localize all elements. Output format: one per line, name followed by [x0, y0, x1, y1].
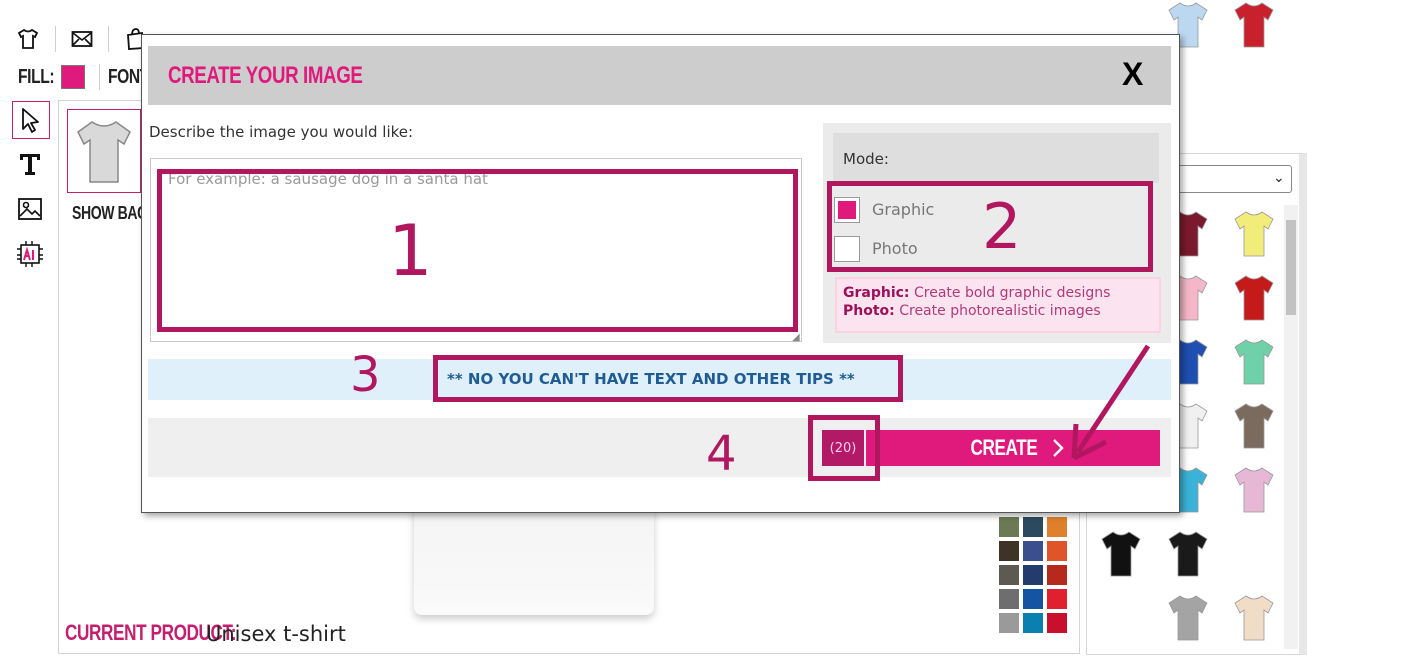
toolbar-divider	[108, 26, 109, 52]
product-tshirt-thumbnail[interactable]	[1232, 593, 1276, 643]
create-button-label: CREATE	[970, 435, 1038, 460]
tshirt-preview	[414, 505, 654, 615]
product-tshirt-thumbnail[interactable]	[1232, 401, 1276, 451]
photo-hint-term: Photo:	[843, 303, 895, 319]
product-scrollbar-thumb[interactable]	[1286, 220, 1296, 315]
annotation-box-3	[433, 355, 903, 402]
product-tshirt-thumbnail[interactable]	[1232, 209, 1276, 259]
annotation-box-4	[808, 415, 880, 481]
resize-handle-icon[interactable]: ◢	[792, 332, 800, 343]
color-swatch[interactable]	[999, 589, 1019, 609]
toolbar-divider	[55, 26, 56, 52]
toolbar-divider	[99, 64, 100, 90]
product-tshirt-thumbnail[interactable]	[1099, 529, 1143, 579]
color-swatch[interactable]	[1047, 589, 1067, 609]
image-tool-icon[interactable]	[12, 191, 48, 227]
annotation-arrow	[1071, 344, 1151, 461]
color-swatch[interactable]	[999, 613, 1019, 633]
color-swatch[interactable]	[1023, 613, 1043, 633]
product-tshirt-thumbnail[interactable]	[1166, 593, 1210, 643]
fill-color-swatch[interactable]	[61, 65, 85, 89]
color-swatch[interactable]	[1023, 589, 1043, 609]
color-swatch[interactable]	[1047, 541, 1067, 561]
current-product-value: Unisex t-shirt	[206, 622, 346, 646]
color-swatch[interactable]	[1023, 517, 1043, 537]
color-swatch[interactable]	[999, 565, 1019, 585]
graphic-hint-text: Create bold graphic designs	[913, 285, 1111, 301]
color-swatch[interactable]	[1047, 517, 1067, 537]
color-swatch[interactable]	[999, 517, 1019, 537]
product-tshirt-thumbnail[interactable]	[1232, 465, 1276, 515]
close-button[interactable]: X	[1122, 56, 1143, 93]
fill-label: FILL:	[18, 66, 55, 88]
color-swatch[interactable]	[1047, 613, 1067, 633]
annotation-number-1: 1	[388, 210, 433, 292]
mode-label: Mode:	[843, 150, 889, 168]
modal-title: CREATE YOUR IMAGE	[168, 62, 363, 89]
describe-label: Describe the image you would like:	[149, 123, 414, 141]
graphic-hint-term: Graphic:	[843, 285, 910, 301]
annotation-number-2: 2	[982, 190, 1022, 263]
graphic-hint: Graphic: Create bold graphic designs	[843, 285, 1110, 301]
product-tshirt-thumbnail[interactable]	[1166, 529, 1210, 579]
color-swatch[interactable]	[1023, 565, 1043, 585]
product-view-thumbnail[interactable]	[67, 109, 141, 193]
tshirt-icon[interactable]	[17, 28, 39, 50]
product-tshirt-thumbnail[interactable]	[1232, 0, 1276, 50]
photo-hint: Photo: Create photorealistic images	[843, 303, 1101, 319]
annotation-number-3: 3	[350, 347, 381, 403]
color-swatch[interactable]	[999, 541, 1019, 561]
pointer-icon[interactable]	[12, 101, 50, 139]
annotation-box-1	[157, 169, 798, 332]
ai-tool-icon[interactable]	[12, 236, 48, 272]
product-tshirt-thumbnail[interactable]	[1232, 273, 1276, 323]
product-tshirt-thumbnail[interactable]	[1232, 337, 1276, 387]
text-tool-icon[interactable]	[12, 146, 48, 182]
color-swatch[interactable]	[1047, 565, 1067, 585]
color-swatch[interactable]	[1023, 541, 1043, 561]
chevron-down-icon: ⌄	[1273, 170, 1285, 186]
color-swatch-grid	[999, 517, 1069, 633]
envelope-icon[interactable]	[71, 28, 93, 50]
annotation-number-4: 4	[706, 426, 737, 482]
photo-hint-text: Create photorealistic images	[899, 303, 1101, 319]
